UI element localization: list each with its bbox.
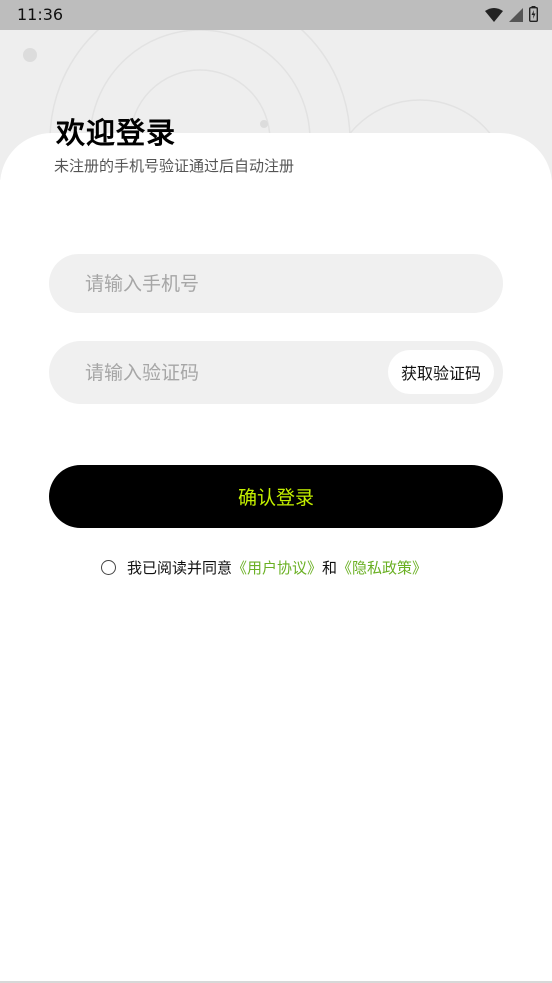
status-icons [485,6,538,26]
agreement-prefix: 我已阅读并同意 [127,559,233,577]
page-title: 欢迎登录 [56,116,177,150]
radio-unchecked-icon[interactable] [101,560,116,575]
cellular-signal-icon [509,7,523,26]
battery-icon [528,6,538,26]
page-subtitle: 未注册的手机号验证通过后自动注册 [54,157,295,175]
agreement-row: 我已阅读并同意 《用户协议》 和 《隐私政策》 [101,557,427,578]
status-time: 11:36 [17,5,64,24]
phone-input[interactable] [85,254,465,313]
confirm-login-button[interactable]: 确认登录 [49,465,503,528]
verification-code-field[interactable]: 获取验证码 [49,341,503,404]
status-bar: 11:36 [0,0,552,30]
wifi-icon [485,7,503,26]
user-agreement-link[interactable]: 《用户协议》 [232,557,322,578]
get-code-button[interactable]: 获取验证码 [387,350,494,394]
phone-field[interactable] [49,254,503,313]
verification-code-input[interactable] [85,341,375,404]
privacy-policy-link[interactable]: 《隐私政策》 [337,557,427,578]
agreement-conjunction: 和 [322,559,338,577]
